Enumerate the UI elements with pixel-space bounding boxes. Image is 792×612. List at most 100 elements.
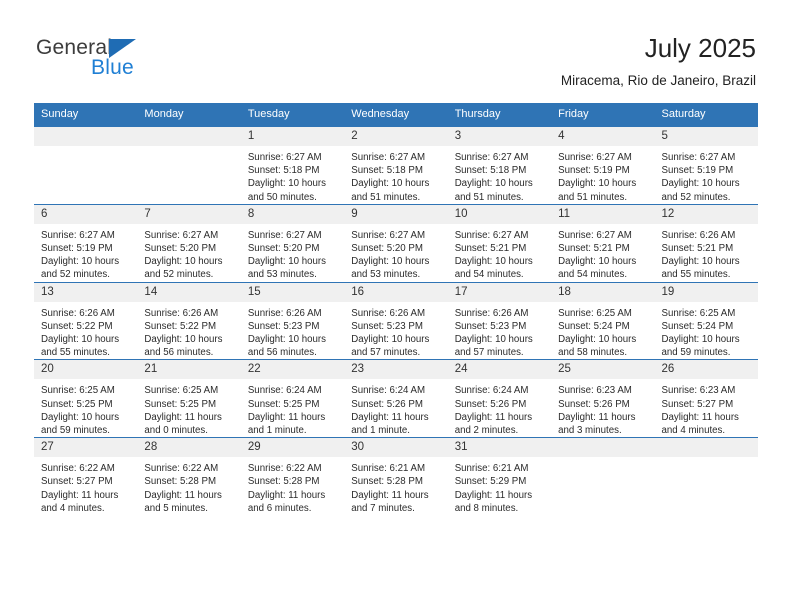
calendar-week-row: 27 Sunrise: 6:22 AM Sunset: 5:27 PM Dayligh…: [34, 437, 758, 516]
sunset-text: Sunset: 5:23 PM: [247, 320, 320, 332]
day-sun-info: Sunrise: 6:23 AM Sunset: 5:27 PM Daylight:…: [655, 379, 758, 437]
calendar-day-cell[interactable]: 9 Sunrise: 6:27 AM Sunset: 5:20 PM Daylight…: [344, 203, 448, 283]
sunrise-text: Sunrise: 6:27 AM: [351, 229, 426, 241]
sunrise-text: Sunrise: 6:25 AM: [558, 307, 632, 319]
daylight-text: Daylight: 10 hours and 55 minutes.: [661, 256, 740, 281]
calendar-day-cell[interactable]: 11 Sunrise: 6:27 AM Sunset: 5:21 PM Dayligh…: [551, 203, 655, 283]
sunrise-text: Sunrise: 6:27 AM: [454, 152, 529, 163]
day-number: [34, 127, 138, 146]
calendar-day-cell[interactable]: 6 Sunrise: 6:27 AM Sunset: 5:19 PM Daylight…: [34, 203, 138, 283]
sunset-text: Sunset: 5:19 PM: [558, 165, 630, 177]
page-header: General Blue July 2025 Miracema, Rio de …: [0, 0, 792, 96]
sunrise-text: Sunrise: 6:21 AM: [454, 463, 529, 475]
day-sun-info: Sunrise: 6:26 AM Sunset: 5:23 PM Daylight:…: [448, 302, 551, 360]
day-sun-info: Sunrise: 6:27 AM Sunset: 5:18 PM Daylight:…: [241, 146, 344, 204]
weekday-header-friday: Friday: [551, 103, 655, 127]
day-number: 14: [137, 282, 241, 302]
daylight-text: Daylight: 10 hours and 51 minutes.: [558, 178, 637, 203]
sunset-text: Sunset: 5:23 PM: [454, 320, 527, 332]
sunrise-text: Sunrise: 6:27 AM: [558, 229, 632, 241]
daylight-text: Daylight: 10 hours and 56 minutes.: [144, 334, 223, 359]
calendar-day-cell[interactable]: 14 Sunrise: 6:26 AM Sunset: 5:22 PM Dayligh…: [137, 281, 241, 360]
sunrise-text: Sunrise: 6:23 AM: [661, 385, 736, 397]
daylight-text: Daylight: 10 hours and 58 minutes.: [558, 334, 637, 359]
day-number: 3: [447, 127, 552, 146]
sunrise-text: Sunrise: 6:25 AM: [144, 385, 219, 397]
calendar-day-cell[interactable]: 31 Sunrise: 6:21 AM Sunset: 5:29 PM Dayligh…: [447, 437, 552, 516]
day-sun-info: Sunrise: 6:25 AM Sunset: 5:24 PM Daylight:…: [551, 302, 654, 360]
calendar-day-cell[interactable]: 16 Sunrise: 6:26 AM Sunset: 5:23 PM Dayligh…: [344, 281, 448, 360]
sunset-text: Sunset: 5:19 PM: [41, 243, 113, 255]
sunrise-text: Sunrise: 6:22 AM: [247, 463, 322, 475]
calendar-day-cell[interactable]: 2 Sunrise: 6:27 AM Sunset: 5:18 PM Daylight…: [344, 126, 448, 205]
sunrise-text: Sunrise: 6:27 AM: [41, 229, 115, 241]
calendar-day-cell[interactable]: 22 Sunrise: 6:24 AM Sunset: 5:25 PM Dayligh…: [240, 359, 345, 438]
day-number: 9: [344, 204, 448, 224]
calendar-day-cell[interactable]: 26 Sunrise: 6:23 AM Sunset: 5:27 PM Dayligh…: [654, 359, 758, 438]
calendar-day-cell[interactable]: 3 Sunrise: 6:27 AM Sunset: 5:18 PM Daylight…: [447, 126, 552, 205]
daylight-text: Daylight: 11 hours and 4 minutes.: [41, 489, 119, 514]
calendar-day-cell[interactable]: 17 Sunrise: 6:26 AM Sunset: 5:23 PM Dayligh…: [447, 281, 552, 360]
sunset-text: Sunset: 5:20 PM: [144, 243, 217, 255]
calendar-day-cell[interactable]: 13 Sunrise: 6:26 AM Sunset: 5:22 PM Dayligh…: [34, 281, 138, 360]
sunrise-text: Sunrise: 6:27 AM: [144, 229, 219, 241]
daylight-text: Daylight: 11 hours and 3 minutes.: [558, 411, 636, 437]
calendar-day-cell[interactable]: 21 Sunrise: 6:25 AM Sunset: 5:25 PM Dayligh…: [137, 359, 241, 438]
day-sun-info: Sunrise: 6:27 AM Sunset: 5:20 PM Daylight:…: [344, 224, 447, 282]
daylight-text: Daylight: 11 hours and 0 minutes.: [144, 411, 222, 437]
sunset-text: Sunset: 5:18 PM: [247, 165, 320, 177]
day-number: 17: [447, 282, 552, 302]
weekday-header-sunday: Sunday: [34, 103, 138, 127]
day-number: 6: [34, 204, 138, 224]
daylight-text: Daylight: 11 hours and 6 minutes.: [247, 489, 326, 514]
calendar-day-cell[interactable]: 5 Sunrise: 6:27 AM Sunset: 5:19 PM Daylight…: [654, 126, 758, 205]
sunrise-text: Sunrise: 6:23 AM: [558, 385, 632, 397]
sunrise-text: Sunrise: 6:27 AM: [247, 229, 322, 241]
calendar-page: General Blue July 2025 Miracema, Rio de …: [0, 0, 792, 612]
sunset-text: Sunset: 5:21 PM: [454, 243, 527, 255]
title-block: July 2025 Miracema, Rio de Janeiro, Braz…: [561, 32, 756, 90]
calendar-day-cell[interactable]: 24 Sunrise: 6:24 AM Sunset: 5:26 PM Dayligh…: [447, 359, 552, 438]
sunset-text: Sunset: 5:21 PM: [558, 243, 630, 255]
day-sun-info: Sunrise: 6:27 AM Sunset: 5:18 PM Daylight:…: [344, 146, 447, 204]
day-number: 16: [344, 282, 448, 302]
sunrise-text: Sunrise: 6:21 AM: [351, 463, 426, 475]
day-number: 5: [654, 127, 758, 146]
calendar-day-cell[interactable]: 29 Sunrise: 6:22 AM Sunset: 5:28 PM Dayligh…: [240, 437, 345, 516]
calendar-day-cell[interactable]: 19 Sunrise: 6:25 AM Sunset: 5:24 PM Dayligh…: [654, 281, 758, 360]
day-number: [551, 438, 655, 458]
sunset-text: Sunset: 5:22 PM: [144, 320, 217, 332]
daylight-text: Daylight: 10 hours and 57 minutes.: [351, 334, 430, 359]
calendar-day-cell[interactable]: 1 Sunrise: 6:27 AM Sunset: 5:18 PM Daylight…: [240, 126, 345, 205]
sunset-text: Sunset: 5:22 PM: [41, 320, 113, 332]
calendar-day-cell[interactable]: 23 Sunrise: 6:24 AM Sunset: 5:26 PM Dayligh…: [344, 359, 448, 438]
calendar-day-cell[interactable]: 20 Sunrise: 6:25 AM Sunset: 5:25 PM Dayligh…: [34, 359, 138, 438]
daylight-text: Daylight: 10 hours and 56 minutes.: [247, 334, 326, 359]
calendar-cell-empty: [654, 437, 758, 516]
calendar-day-cell[interactable]: 25 Sunrise: 6:23 AM Sunset: 5:26 PM Dayligh…: [551, 359, 655, 438]
calendar-day-cell[interactable]: 18 Sunrise: 6:25 AM Sunset: 5:24 PM Dayligh…: [551, 281, 655, 360]
sunset-text: Sunset: 5:26 PM: [558, 398, 630, 410]
sunset-text: Sunset: 5:28 PM: [144, 476, 217, 488]
calendar-day-cell[interactable]: 10 Sunrise: 6:27 AM Sunset: 5:21 PM Dayligh…: [447, 203, 552, 283]
calendar-day-cell[interactable]: 30 Sunrise: 6:21 AM Sunset: 5:28 PM Dayligh…: [344, 437, 448, 516]
weekday-header-tuesday: Tuesday: [240, 103, 345, 127]
weekday-header-wednesday: Wednesday: [344, 103, 448, 127]
general-blue-logo[interactable]: General Blue: [36, 36, 266, 84]
calendar-day-cell[interactable]: 12 Sunrise: 6:26 AM Sunset: 5:21 PM Dayligh…: [654, 203, 758, 283]
sunrise-text: Sunrise: 6:27 AM: [661, 152, 736, 163]
day-number: 13: [34, 282, 138, 302]
day-number: 21: [137, 360, 241, 380]
calendar-day-cell[interactable]: 8 Sunrise: 6:27 AM Sunset: 5:20 PM Daylight…: [240, 203, 345, 283]
day-sun-info: Sunrise: 6:24 AM Sunset: 5:26 PM Daylight:…: [344, 379, 447, 437]
calendar-day-cell[interactable]: 7 Sunrise: 6:27 AM Sunset: 5:20 PM Daylight…: [137, 203, 241, 283]
sunset-text: Sunset: 5:24 PM: [661, 320, 734, 332]
weekday-header-monday: Monday: [137, 103, 241, 127]
calendar-day-cell[interactable]: 27 Sunrise: 6:22 AM Sunset: 5:27 PM Dayligh…: [34, 437, 138, 516]
calendar-day-cell[interactable]: 15 Sunrise: 6:26 AM Sunset: 5:23 PM Dayligh…: [240, 281, 345, 360]
day-number: 8: [240, 204, 345, 224]
calendar-day-cell[interactable]: 28 Sunrise: 6:22 AM Sunset: 5:28 PM Dayligh…: [137, 437, 241, 516]
calendar-day-cell[interactable]: 4 Sunrise: 6:27 AM Sunset: 5:19 PM Daylight…: [551, 126, 655, 205]
day-sun-info: Sunrise: 6:23 AM Sunset: 5:26 PM Daylight:…: [551, 379, 654, 437]
sunrise-text: Sunrise: 6:27 AM: [247, 152, 322, 163]
